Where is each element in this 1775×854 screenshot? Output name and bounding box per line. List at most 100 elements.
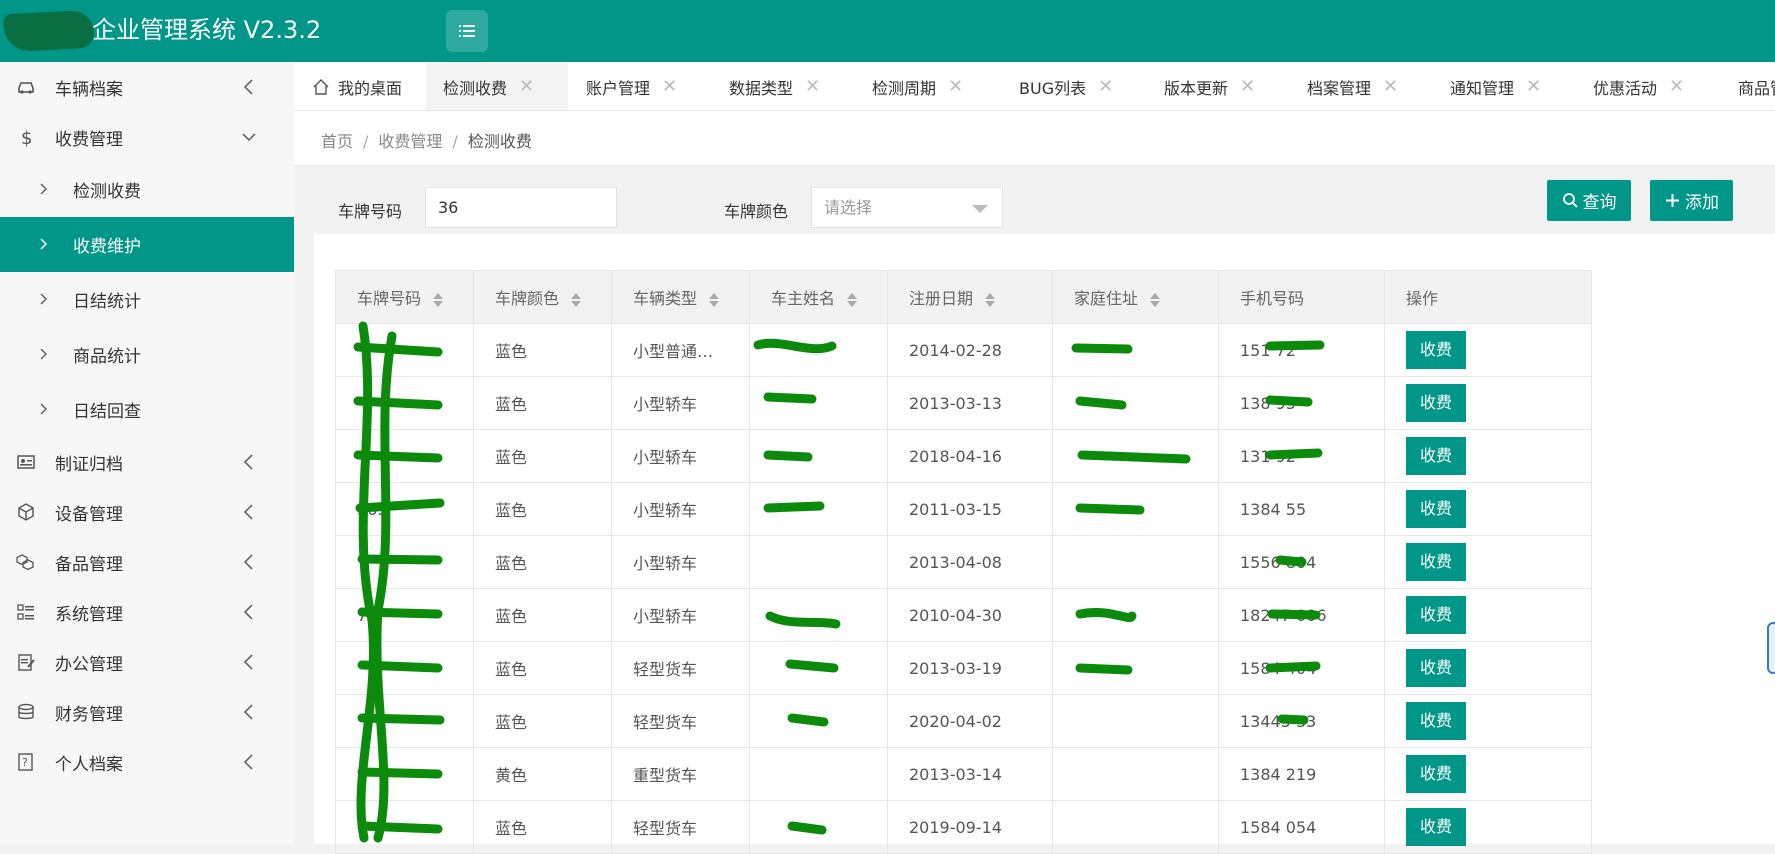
sort-icon[interactable] [433, 292, 444, 308]
add-button[interactable]: 添加 [1650, 180, 1733, 221]
sidebar-item-finance-management[interactable]: 财务管理 [0, 687, 294, 737]
close-icon[interactable]: ✕ [519, 76, 534, 97]
sidebar-item-charge-management[interactable]: $ 收费管理 [0, 112, 294, 162]
cell-address [1052, 800, 1219, 854]
charge-button[interactable]: 收费 [1406, 543, 1466, 581]
close-icon[interactable]: ✕ [1526, 76, 1541, 97]
tab-promotions[interactable]: 优惠活动 ✕ [1593, 62, 1684, 110]
sidebar-item-vehicle-archive[interactable]: 车辆档案 [0, 62, 294, 112]
sidebar-item-office-management[interactable]: 办公管理 [0, 637, 294, 687]
column-header-phone: 手机号码 [1218, 270, 1385, 324]
close-icon[interactable]: ✕ [948, 76, 963, 97]
tab-inspection-charge[interactable]: 检测收费 ✕ [426, 62, 568, 110]
close-icon[interactable]: ✕ [662, 76, 677, 97]
column-header-color[interactable]: 车牌颜色 [473, 270, 612, 324]
sidebar-item-label: 收费管理 [55, 129, 123, 150]
sidebar-item-label: 财务管理 [55, 704, 123, 725]
charge-button[interactable]: 收费 [1406, 808, 1466, 846]
sidebar-item-system-management[interactable]: 系统管理 [0, 587, 294, 637]
cell-address [1052, 694, 1219, 748]
sort-icon[interactable] [847, 292, 858, 308]
charge-button[interactable]: 收费 [1406, 702, 1466, 740]
chevron-left-icon [243, 754, 253, 770]
cell-type: 小型轿车 [611, 535, 750, 589]
car-icon [18, 82, 34, 94]
tab-inspection-cycle[interactable]: 检测周期 ✕ [872, 62, 963, 110]
tab-notice-management[interactable]: 通知管理 ✕ [1450, 62, 1541, 110]
cell-owner [749, 376, 888, 430]
cell-color: 蓝色 [473, 323, 612, 377]
cell-address [1052, 641, 1219, 695]
column-header-address[interactable]: 家庭住址 [1052, 270, 1219, 324]
column-header-date[interactable]: 注册日期 [887, 270, 1053, 324]
breadcrumb-charge-management[interactable]: 收费管理 [378, 132, 442, 151]
cell-date: 2019-09-14 [887, 800, 1053, 854]
tab-version-update[interactable]: 版本更新 ✕ [1164, 62, 1255, 110]
cell-phone: 1584 404 [1218, 641, 1385, 695]
cell-color: 蓝色 [473, 641, 612, 695]
column-header-owner[interactable]: 车主姓名 [749, 270, 888, 324]
tab-label: 商品管 [1738, 78, 1775, 98]
tab-goods-management[interactable]: 商品管 [1738, 62, 1775, 110]
cell-date: 2014-02-28 [887, 323, 1053, 377]
cell-address [1052, 535, 1219, 589]
cell-phone: 1556 804 [1218, 535, 1385, 589]
cell-plate [335, 641, 474, 695]
close-icon[interactable]: ✕ [1669, 76, 1684, 97]
tab-data-types[interactable]: 数据类型 ✕ [729, 62, 820, 110]
search-button[interactable]: 查询 [1547, 180, 1631, 221]
charge-button[interactable]: 收费 [1406, 649, 1466, 687]
column-header-label: 车牌号码 [357, 289, 422, 308]
cell-date: 2013-03-14 [887, 747, 1053, 801]
sidebar-item-spare-parts[interactable]: 备品管理 [0, 537, 294, 587]
sidebar-item-label: 设备管理 [55, 504, 123, 525]
charge-button[interactable]: 收费 [1406, 331, 1466, 369]
sidebar-item-certificate-archive[interactable]: 制证归档 [0, 437, 294, 487]
close-icon[interactable]: ✕ [1240, 76, 1255, 97]
tab-account-management[interactable]: 账户管理 ✕ [586, 62, 677, 110]
tab-label: 数据类型 [729, 78, 794, 98]
sidebar-item-personal-archive[interactable]: ? 个人档案 [0, 737, 294, 787]
cell-plate [335, 429, 474, 483]
sort-icon[interactable] [571, 292, 582, 308]
cell-phone: 13445 33 [1218, 694, 1385, 748]
charge-button[interactable]: 收费 [1406, 755, 1466, 793]
cell-type: 小型轿车 [611, 588, 750, 642]
breadcrumb-home[interactable]: 首页 [321, 132, 353, 151]
close-icon[interactable]: ✕ [805, 76, 820, 97]
charge-button[interactable]: 收费 [1406, 384, 1466, 422]
menu-toggle-button[interactable] [446, 10, 488, 52]
tab-bug-list[interactable]: BUG列表 ✕ [1019, 62, 1113, 110]
plate-number-input[interactable]: 36 [425, 187, 617, 228]
close-icon[interactable]: ✕ [1098, 76, 1113, 97]
charge-button[interactable]: 收费 [1406, 596, 1466, 634]
side-scroll-handle[interactable] [1767, 622, 1775, 674]
charge-button[interactable]: 收费 [1406, 437, 1466, 475]
tab-my-desktop[interactable]: 我的桌面 [312, 62, 402, 110]
sort-icon[interactable] [985, 292, 996, 308]
breadcrumb-bar: 首页 / 收费管理 / 检测收费 [294, 111, 1775, 166]
tab-archive-management[interactable]: 档案管理 ✕ [1307, 62, 1398, 110]
caret-down-icon [972, 205, 988, 213]
sidebar-subitem-daily-stats[interactable]: 日结统计 [0, 272, 294, 327]
chevron-left-icon [243, 704, 253, 720]
cell-action: 收费 [1384, 800, 1592, 854]
column-header-type[interactable]: 车辆类型 [611, 270, 750, 324]
chevron-left-icon [243, 654, 253, 670]
breadcrumb-separator: / [452, 132, 458, 151]
tab-bar: 我的桌面 检测收费 ✕ 账户管理 ✕ 数据类型 ✕ 检测周期 ✕ BUG列表 ✕… [294, 62, 1775, 111]
sidebar-subitem-goods-stats[interactable]: 商品统计 [0, 327, 294, 382]
sort-icon[interactable] [709, 292, 720, 308]
sidebar-subitem-inspection-charge[interactable]: 检测收费 [0, 162, 294, 217]
column-header-plate[interactable]: 车牌号码 [335, 270, 474, 324]
sidebar-subitem-daily-review[interactable]: 日结回查 [0, 382, 294, 437]
charge-button[interactable]: 收费 [1406, 490, 1466, 528]
column-header-label: 操作 [1406, 289, 1439, 308]
plate-color-select[interactable]: 请选择 [811, 187, 1003, 228]
sort-icon[interactable] [1150, 292, 1161, 308]
column-header-label: 车主姓名 [771, 289, 836, 308]
sidebar-item-device-management[interactable]: 设备管理 [0, 487, 294, 537]
cell-color: 蓝色 [473, 800, 612, 854]
sidebar-subitem-charge-maintenance[interactable]: 收费维护 [0, 217, 294, 272]
close-icon[interactable]: ✕ [1383, 76, 1398, 97]
